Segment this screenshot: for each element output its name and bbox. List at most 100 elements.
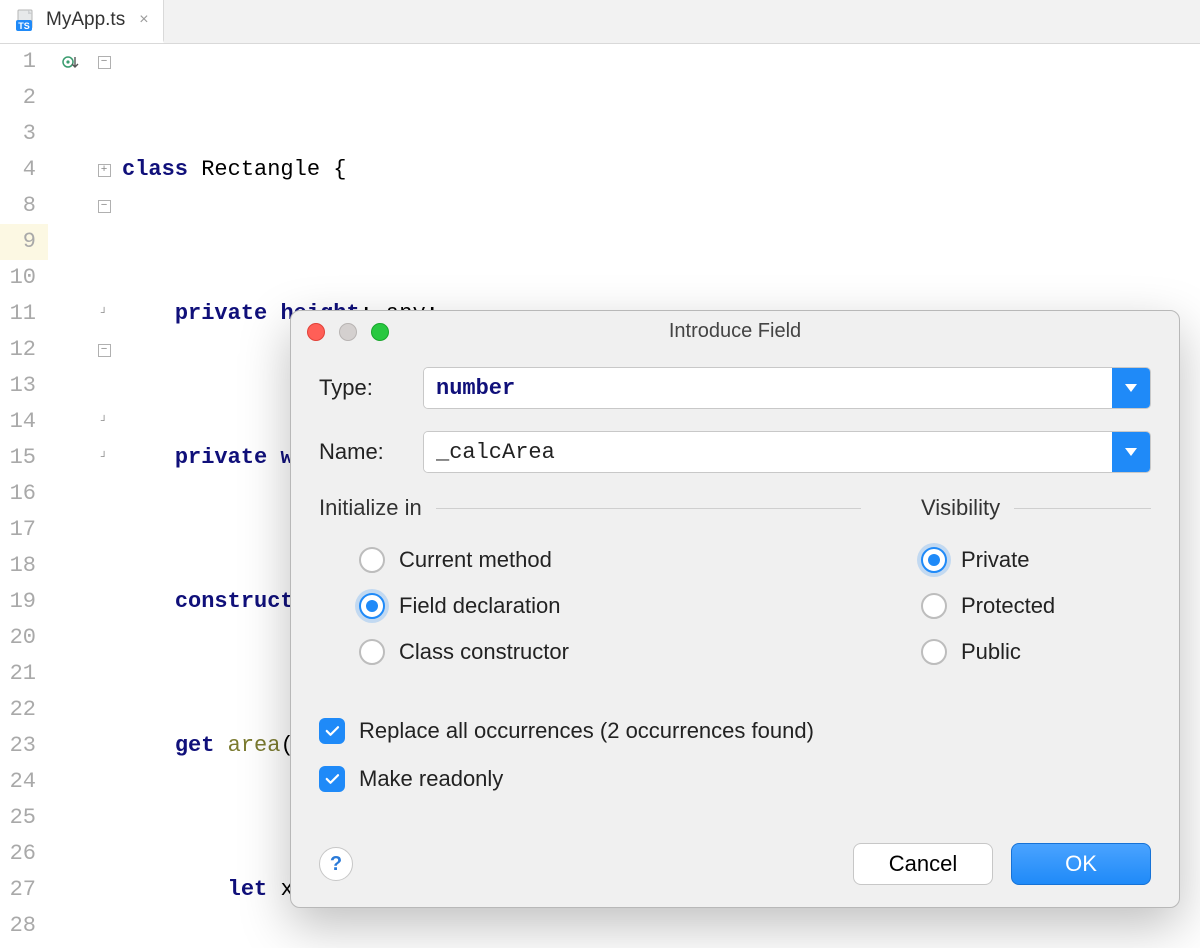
group-title: Visibility: [921, 495, 1000, 521]
introduce-field-dialog: Introduce Field Type: Name: Initialize i…: [290, 310, 1180, 908]
ts-file-icon: TS: [14, 8, 38, 32]
svg-text:TS: TS: [18, 21, 30, 31]
initialize-in-option[interactable]: Field declaration: [359, 583, 861, 629]
visibility-label: Protected: [961, 593, 1055, 619]
dialog-footer: ? Cancel OK: [319, 843, 1151, 885]
line-number: 12: [0, 332, 48, 368]
visibility-group: Visibility Private Protected Public: [921, 495, 1151, 675]
keyword: private: [175, 445, 267, 470]
zoom-window-button[interactable]: [371, 323, 389, 341]
replace-occurrences-checkbox[interactable]: [319, 718, 345, 744]
visibility-radio[interactable]: [921, 639, 947, 665]
check-icon: [323, 722, 341, 740]
line-number: 24: [0, 764, 48, 800]
visibility-label: Private: [961, 547, 1029, 573]
tab-bar: TS MyApp.ts ×: [0, 0, 1200, 44]
keyword: class: [122, 157, 188, 182]
name-label: Name:: [319, 439, 405, 465]
initialize-in-radio[interactable]: [359, 639, 385, 665]
make-readonly-label: Make readonly: [359, 766, 503, 792]
initialize-in-label: Field declaration: [399, 593, 560, 619]
option-groups: Initialize in Current methodField declar…: [319, 495, 1151, 675]
fold-end-icon[interactable]: ┘: [94, 440, 114, 476]
visibility-option[interactable]: Protected: [921, 583, 1151, 629]
impl-arrow[interactable]: [52, 44, 88, 80]
window-controls: [307, 323, 389, 341]
visibility-option[interactable]: Public: [921, 629, 1151, 675]
gutter-marks: [48, 44, 94, 948]
tab-file[interactable]: TS MyApp.ts ×: [0, 0, 164, 43]
fold-minus-icon[interactable]: −: [94, 188, 114, 224]
tab-filename: MyApp.ts: [46, 9, 125, 31]
replace-occurrences-label: Replace all occurrences (2 occurrences f…: [359, 718, 814, 744]
line-number: 9: [0, 224, 48, 260]
getter-name: area: [228, 733, 281, 758]
fold-minus-icon[interactable]: −: [94, 44, 114, 80]
class-name: Rectangle: [201, 157, 320, 182]
line-number: 15: [0, 440, 48, 476]
visibility-radio[interactable]: [921, 593, 947, 619]
name-dropdown-button[interactable]: [1112, 432, 1150, 472]
chevron-down-icon: [1125, 384, 1137, 392]
initialize-in-radio[interactable]: [359, 593, 385, 619]
visibility-label: Public: [961, 639, 1021, 665]
fold-plus-icon[interactable]: +: [94, 152, 114, 188]
line-number: 23: [0, 728, 48, 764]
type-input[interactable]: [424, 368, 1112, 408]
fold-gutter: −+−┘−┘┘: [94, 44, 118, 948]
visibility-radio[interactable]: [921, 547, 947, 573]
replace-occurrences-row[interactable]: Replace all occurrences (2 occurrences f…: [319, 707, 1151, 755]
initialize-in-label: Current method: [399, 547, 552, 573]
visibility-option[interactable]: Private: [921, 537, 1151, 583]
close-window-button[interactable]: [307, 323, 325, 341]
line-number: 25: [0, 800, 48, 836]
type-row: Type:: [319, 367, 1151, 409]
line-number: 10: [0, 260, 48, 296]
line-number: 14: [0, 404, 48, 440]
dialog-body: Type: Name: Initialize in Current method…: [291, 351, 1179, 803]
make-readonly-checkbox[interactable]: [319, 766, 345, 792]
line-number: 19: [0, 584, 48, 620]
initialize-in-option[interactable]: Class constructor: [359, 629, 861, 675]
line-number: 20: [0, 620, 48, 656]
brace: {: [320, 157, 346, 182]
name-combo[interactable]: [423, 431, 1151, 473]
fold-end-icon[interactable]: ┘: [94, 404, 114, 440]
fold-end-icon[interactable]: ┘: [94, 296, 114, 332]
help-button[interactable]: ?: [319, 847, 353, 881]
initialize-in-label: Class constructor: [399, 639, 569, 665]
dialog-titlebar[interactable]: Introduce Field: [291, 311, 1179, 351]
line-number: 4: [0, 152, 48, 188]
line-number: 1: [0, 44, 48, 80]
line-number: 8: [0, 188, 48, 224]
line-number: 26: [0, 836, 48, 872]
close-icon[interactable]: ×: [139, 11, 148, 29]
type-combo[interactable]: [423, 367, 1151, 409]
line-number: 18: [0, 548, 48, 584]
divider: [1014, 508, 1151, 509]
line-number: 13: [0, 368, 48, 404]
initialize-in-option[interactable]: Current method: [359, 537, 861, 583]
line-gutter: 1234891011121314151617181920212223242526…: [0, 44, 48, 948]
chevron-down-icon: [1125, 448, 1137, 456]
initialize-in-radio[interactable]: [359, 547, 385, 573]
line-number: 27: [0, 872, 48, 908]
line-number: 21: [0, 656, 48, 692]
type-dropdown-button[interactable]: [1112, 368, 1150, 408]
name-input[interactable]: [424, 432, 1112, 472]
checkbox-section: Replace all occurrences (2 occurrences f…: [319, 707, 1151, 803]
name-row: Name:: [319, 431, 1151, 473]
fold-minus-icon[interactable]: −: [94, 332, 114, 368]
divider: [436, 508, 861, 509]
keyword: let: [228, 877, 268, 902]
keyword: private: [175, 301, 267, 326]
ok-button[interactable]: OK: [1011, 843, 1151, 885]
make-readonly-row[interactable]: Make readonly: [319, 755, 1151, 803]
keyword: get: [175, 733, 215, 758]
initialize-in-group: Initialize in Current methodField declar…: [319, 495, 861, 675]
line-number: 17: [0, 512, 48, 548]
cancel-button[interactable]: Cancel: [853, 843, 993, 885]
check-icon: [323, 770, 341, 788]
line-number: 28: [0, 908, 48, 944]
minimize-window-button[interactable]: [339, 323, 357, 341]
